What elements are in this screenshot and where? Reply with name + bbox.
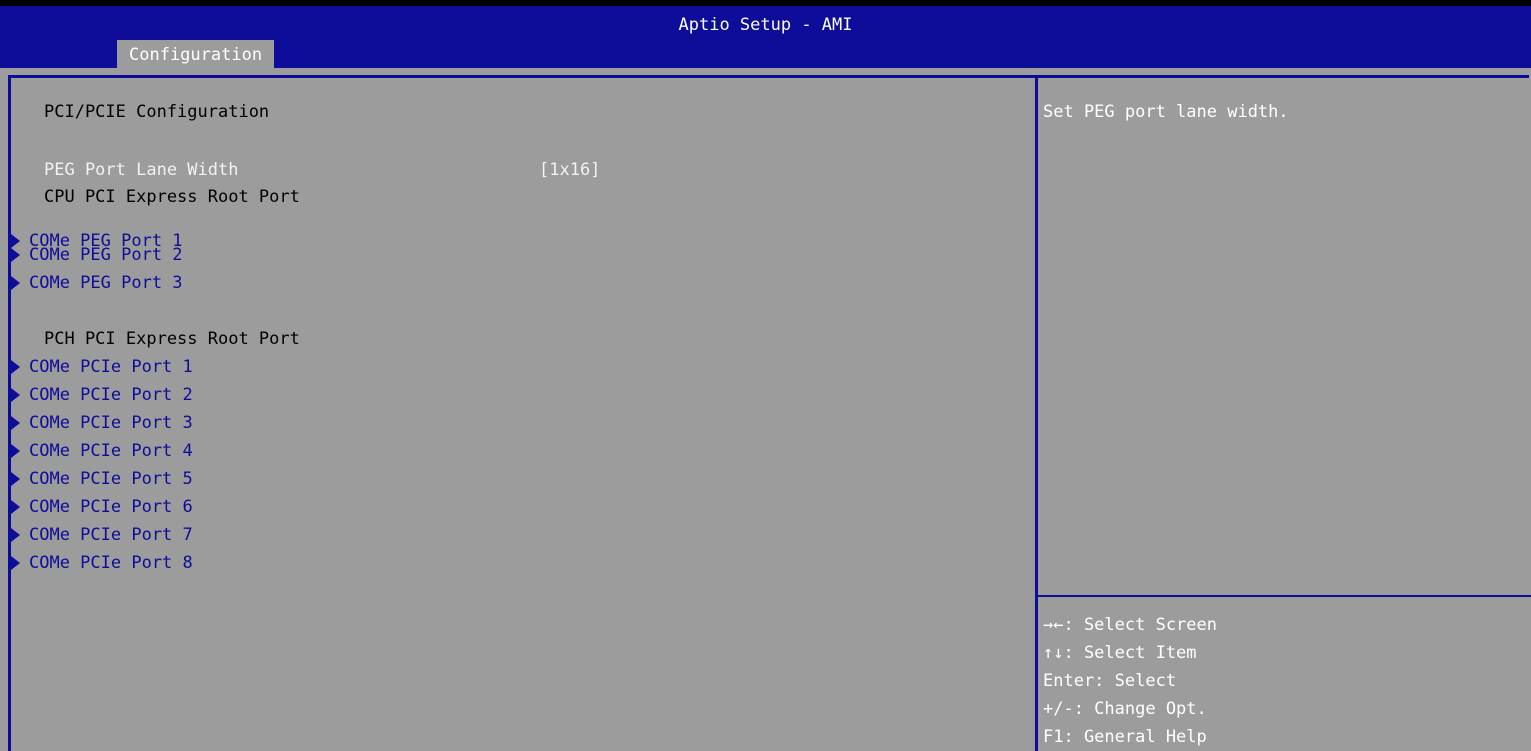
key-hint-select-item: ↑↓: Select Item	[1043, 643, 1197, 663]
peg-port-lane-width-option[interactable]: PEG Port Lane Width	[44, 157, 238, 183]
panel-divider	[1035, 75, 1038, 751]
key-hint-change-opt: +/-: Change Opt.	[1043, 699, 1207, 719]
triangle-right-icon	[11, 248, 20, 262]
section-title: PCI/PCIE Configuration	[44, 102, 270, 122]
submenu-pcie-port-2[interactable]: COMe PCIe Port 2	[29, 382, 193, 408]
key-hint-enter: Enter: Select	[1043, 671, 1177, 691]
submenu-pcie-port-3[interactable]: COMe PCIe Port 3	[29, 410, 193, 436]
triangle-right-icon	[11, 444, 20, 458]
pch-root-port-label: PCH PCI Express Root Port	[44, 329, 300, 349]
help-description: Set PEG port lane width.	[1043, 102, 1289, 122]
tab-configuration[interactable]: Configuration	[117, 40, 275, 70]
submenu-pcie-port-4[interactable]: COMe PCIe Port 4	[29, 438, 193, 464]
triangle-right-icon	[11, 500, 20, 514]
submenu-pcie-port-6[interactable]: COMe PCIe Port 6	[29, 494, 193, 520]
app-title: Aptio Setup - AMI	[678, 15, 853, 35]
header-bar: Aptio Setup - AMI Configuration	[0, 6, 1531, 70]
triangle-right-icon	[11, 360, 20, 374]
key-hint-select-screen: →←: Select Screen	[1043, 615, 1217, 635]
triangle-right-icon	[11, 276, 20, 290]
bios-screen: Aptio Setup - AMI Configuration PCI/PCIE…	[0, 0, 1531, 751]
triangle-right-icon	[11, 388, 20, 402]
submenu-pcie-port-7[interactable]: COMe PCIe Port 7	[29, 522, 193, 548]
submenu-pcie-port-8[interactable]: COMe PCIe Port 8	[29, 550, 193, 576]
submenu-pcie-port-1[interactable]: COMe PCIe Port 1	[29, 354, 193, 380]
peg-port-lane-width-value[interactable]: [1x16]	[539, 157, 600, 183]
key-hint-general-help: F1: General Help	[1043, 727, 1207, 747]
submenu-peg-port-3[interactable]: COMe PEG Port 3	[29, 270, 183, 296]
triangle-right-icon	[11, 234, 20, 248]
triangle-right-icon	[11, 416, 20, 430]
triangle-right-icon	[11, 556, 20, 570]
submenu-pcie-port-5[interactable]: COMe PCIe Port 5	[29, 466, 193, 492]
triangle-right-icon	[11, 528, 20, 542]
submenu-peg-port-2[interactable]: COMe PEG Port 2	[29, 242, 183, 268]
help-divider	[1038, 595, 1531, 597]
triangle-right-icon	[11, 472, 20, 486]
cpu-root-port-label: CPU PCI Express Root Port	[44, 187, 300, 207]
